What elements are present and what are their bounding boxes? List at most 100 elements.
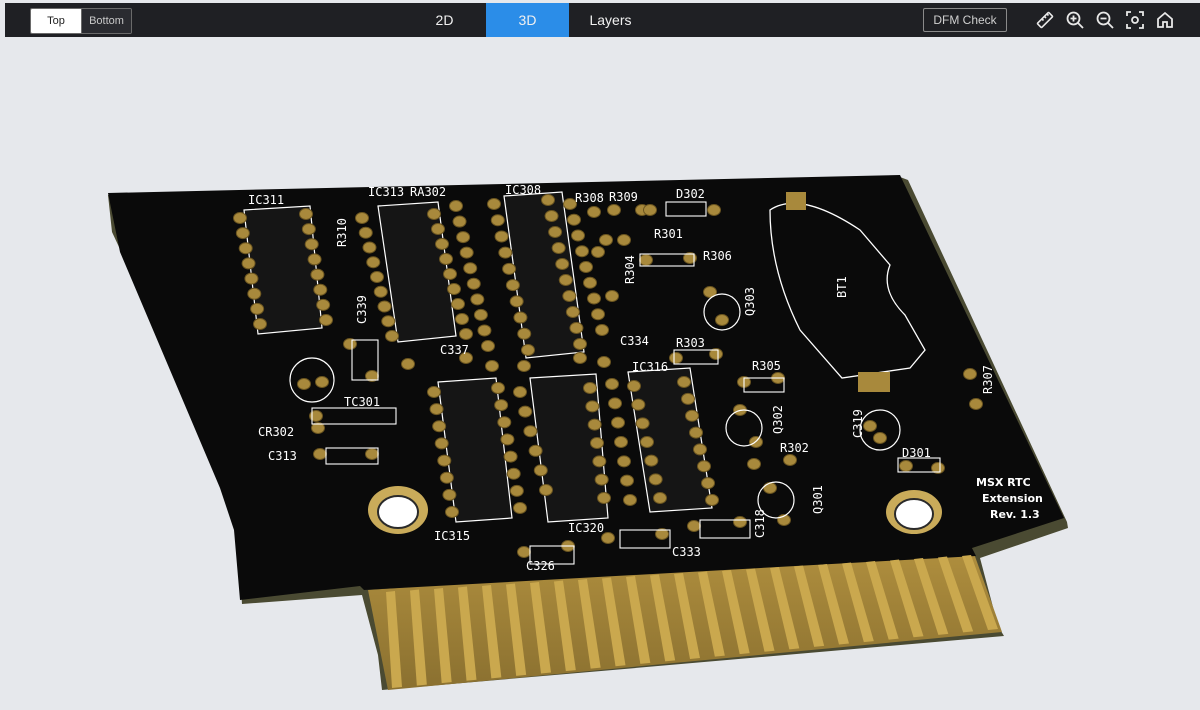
view-tabs: 2D 3D Layers: [403, 3, 652, 37]
pad: [591, 246, 605, 258]
pad: [587, 418, 602, 431]
pad: [571, 229, 585, 242]
pad: [517, 360, 531, 372]
pcb-3d-render[interactable]: IC311 IC313 RA302 IC308 R308 R309 D302 R…: [0, 37, 1200, 710]
pad: [470, 293, 485, 306]
pad: [310, 268, 325, 281]
pad: [607, 204, 621, 216]
pad: [528, 444, 543, 457]
board-title-line-1: MSX RTC: [976, 476, 1031, 489]
pad: [693, 443, 707, 456]
pad: [456, 231, 471, 244]
label-r301: R301: [654, 227, 683, 241]
pad: [747, 458, 761, 470]
dfm-check-button[interactable]: DFM Check: [923, 8, 1007, 32]
pad: [763, 482, 777, 494]
pad: [715, 314, 729, 326]
pad: [247, 287, 262, 300]
pad: [304, 238, 319, 251]
zoom-out-button[interactable]: [1093, 9, 1117, 31]
pad: [517, 546, 531, 558]
pad: [681, 392, 695, 405]
tab-layers[interactable]: Layers: [569, 3, 652, 37]
pad: [241, 257, 256, 270]
home-icon: [1157, 11, 1173, 28]
pad: [366, 256, 381, 269]
side-toggle: Top Bottom: [30, 8, 132, 34]
pad: [401, 358, 415, 370]
label-tc301: TC301: [344, 395, 380, 409]
pad: [427, 208, 441, 220]
pad: [783, 454, 797, 466]
pad: [233, 212, 247, 224]
pad: [238, 242, 253, 255]
pad: [503, 450, 518, 463]
pad: [385, 330, 399, 342]
pad: [307, 253, 322, 266]
label-d302: D302: [676, 187, 705, 201]
pad: [513, 502, 527, 514]
tab-2d[interactable]: 2D: [403, 3, 486, 37]
pad: [494, 230, 509, 243]
pad: [477, 324, 492, 337]
tab-3d[interactable]: 3D: [486, 3, 569, 37]
pad: [427, 386, 441, 398]
zoom-in-button[interactable]: [1063, 9, 1087, 31]
pad: [490, 214, 505, 227]
label-c334: C334: [620, 334, 649, 348]
pad: [500, 433, 515, 446]
pad: [565, 306, 580, 318]
pad: [355, 212, 369, 224]
pad: [313, 283, 328, 296]
pad: [669, 352, 683, 364]
pad: [297, 378, 311, 390]
pad: [498, 246, 513, 259]
pad: [733, 516, 747, 528]
pad: [623, 494, 637, 506]
pad: [373, 285, 388, 298]
fit-view-button[interactable]: [1123, 9, 1147, 31]
pad: [899, 460, 913, 472]
top-side-button[interactable]: Top: [31, 9, 81, 33]
ruler-icon: [1036, 11, 1054, 29]
label-bt1: BT1: [835, 276, 849, 298]
home-button[interactable]: [1153, 9, 1177, 31]
label-r308: R308: [575, 191, 604, 205]
label-c333: C333: [672, 545, 701, 559]
pad: [635, 417, 650, 430]
pad: [370, 271, 384, 283]
pad: [562, 290, 577, 302]
pad: [592, 455, 607, 468]
pad: [611, 416, 625, 429]
pad: [513, 311, 528, 324]
pad: [497, 416, 512, 429]
pad: [377, 300, 392, 313]
label-ic308: IC308: [505, 183, 541, 197]
pad: [431, 223, 445, 235]
pad: [429, 403, 444, 416]
pad: [677, 376, 691, 388]
pad: [485, 360, 499, 372]
pad: [381, 315, 396, 328]
pad: [299, 208, 313, 220]
pad: [579, 261, 593, 273]
pad: [590, 437, 604, 449]
pad: [605, 290, 619, 302]
3d-viewport[interactable]: IC311 IC313 RA302 IC308 R308 R309 D302 R…: [0, 37, 1200, 710]
bottom-side-button[interactable]: Bottom: [81, 9, 131, 33]
ruler-button[interactable]: [1033, 9, 1057, 31]
pad: [569, 322, 584, 334]
pad: [587, 292, 601, 305]
pad: [313, 448, 327, 460]
pad: [487, 198, 501, 210]
pad: [705, 494, 719, 506]
pad: [591, 308, 605, 321]
pad: [707, 204, 721, 216]
pad: [358, 226, 373, 239]
label-c326: C326: [526, 559, 555, 573]
pad: [502, 262, 517, 275]
pad: [685, 409, 699, 422]
pad: [963, 368, 977, 380]
mounting-hole-right: [886, 490, 942, 534]
pad: [617, 455, 631, 468]
